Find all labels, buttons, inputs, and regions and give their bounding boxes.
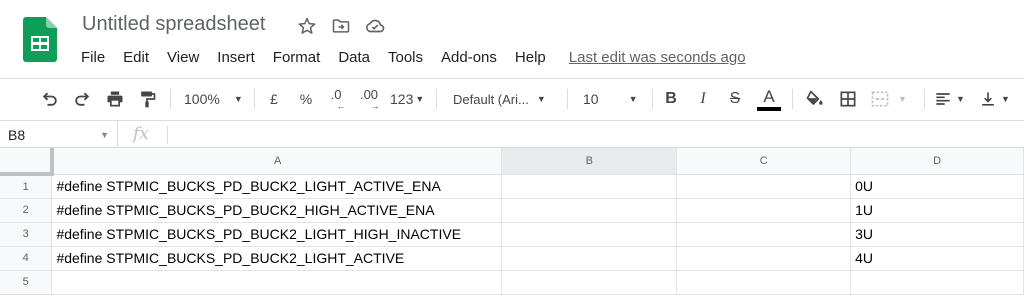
menu-help[interactable]: Help <box>506 49 555 66</box>
horizontal-align-button[interactable]: ▼ <box>933 85 969 113</box>
percent-format-button[interactable]: % <box>297 85 315 113</box>
star-icon[interactable] <box>296 15 318 37</box>
chevron-down-icon: ▼ <box>100 130 109 140</box>
cell[interactable]: 4U <box>850 246 1024 271</box>
cell[interactable] <box>676 174 852 199</box>
table-row: 4 #define STPMIC_BUCKS_PD_BUCK2_LIGHT_AC… <box>0 246 1024 271</box>
cell[interactable] <box>676 198 852 223</box>
cell[interactable]: #define STPMIC_BUCKS_PD_BUCK2_LIGHT_ACTI… <box>51 246 503 271</box>
redo-icon[interactable] <box>70 85 94 113</box>
row-header[interactable]: 3 <box>0 222 53 247</box>
row-header[interactable]: 5 <box>0 270 53 295</box>
menu-tools[interactable]: Tools <box>379 49 432 66</box>
cell[interactable]: 0U <box>850 174 1024 199</box>
select-all-corner[interactable] <box>0 148 54 176</box>
zoom-select[interactable]: 100% ▼ <box>184 85 244 113</box>
move-to-folder-icon[interactable] <box>330 15 352 37</box>
cell-reference: B8 <box>8 127 26 143</box>
font-size-select[interactable]: 10 ▼ <box>583 85 641 113</box>
zoom-value: 100% <box>184 91 220 107</box>
row-header[interactable]: 4 <box>0 246 53 271</box>
column-header-c[interactable]: C <box>676 148 852 175</box>
toolbar: 100% ▼ £ % .0 ← .00 → 123 ▼ Default (Ari… <box>0 78 1024 120</box>
menu-format[interactable]: Format <box>264 49 330 66</box>
cell[interactable] <box>501 198 678 223</box>
font-size-value: 10 <box>583 91 599 107</box>
cell[interactable] <box>676 246 852 271</box>
align-left-icon <box>936 93 950 105</box>
cell[interactable]: #define STPMIC_BUCKS_PD_BUCK2_HIGH_ACTIV… <box>51 198 503 223</box>
print-icon[interactable] <box>103 85 127 113</box>
fill-color-icon[interactable] <box>803 85 827 113</box>
menu-add-ons[interactable]: Add-ons <box>432 49 506 66</box>
column-header-b[interactable]: B <box>501 148 678 175</box>
align-bottom-icon <box>982 92 994 106</box>
menu-insert[interactable]: Insert <box>208 49 264 66</box>
font-family-value: Default (Ari... <box>453 91 529 107</box>
table-row: 2 #define STPMIC_BUCKS_PD_BUCK2_HIGH_ACT… <box>0 198 1024 223</box>
chevron-down-icon: ▼ <box>233 94 243 104</box>
arrow-left-icon: ← <box>336 101 346 111</box>
decrease-decimal-label: .0 <box>330 87 342 102</box>
strikethrough-button[interactable]: S <box>726 85 744 113</box>
cell[interactable]: 3U <box>850 222 1024 247</box>
chevron-down-icon: ▼ <box>1001 94 1010 104</box>
menu-view[interactable]: View <box>158 49 208 66</box>
merge-cells-icon <box>871 91 889 107</box>
currency-format-button[interactable]: £ <box>265 85 283 113</box>
paint-format-icon[interactable] <box>135 85 159 113</box>
chevron-down-icon: ▼ <box>628 94 638 104</box>
cell[interactable]: #define STPMIC_BUCKS_PD_BUCK2_LIGHT_HIGH… <box>51 222 503 247</box>
menu-edit[interactable]: Edit <box>114 49 158 66</box>
column-header-a[interactable]: A <box>51 148 503 175</box>
more-formats-select[interactable]: 123 ▼ <box>390 85 426 113</box>
cell[interactable]: #define STPMIC_BUCKS_PD_BUCK2_LIGHT_ACTI… <box>51 174 503 199</box>
table-row: 1 #define STPMIC_BUCKS_PD_BUCK2_LIGHT_AC… <box>0 174 1024 199</box>
table-row: 5 <box>0 270 1024 295</box>
cell[interactable] <box>51 270 503 295</box>
font-family-select[interactable]: Default (Ari... ▼ <box>453 85 555 113</box>
cell[interactable] <box>501 174 678 199</box>
italic-button[interactable]: I <box>694 85 712 113</box>
chevron-down-icon: ▼ <box>956 94 965 104</box>
cell[interactable]: 1U <box>850 198 1024 223</box>
vertical-align-button[interactable]: ▼ <box>978 85 1014 113</box>
cell[interactable] <box>501 246 678 271</box>
row-header[interactable]: 2 <box>0 198 53 223</box>
column-header-d[interactable]: D <box>850 148 1024 175</box>
last-edit-link[interactable]: Last edit was seconds ago <box>569 49 746 66</box>
cell[interactable] <box>501 270 678 295</box>
decrease-decimal-button[interactable]: .0 ← <box>326 85 346 113</box>
increase-decimal-button[interactable]: .00 → <box>357 85 381 113</box>
name-box[interactable]: B8 ▼ <box>0 121 118 148</box>
cell[interactable] <box>676 222 852 247</box>
row-header[interactable]: 1 <box>0 174 53 199</box>
menu-file[interactable]: File <box>72 49 114 66</box>
spreadsheet-grid: A B C D 1 #define STPMIC_BUCKS_PD_BUCK2_… <box>0 148 1024 295</box>
fx-icon: fx <box>133 124 149 144</box>
table-row: 3 #define STPMIC_BUCKS_PD_BUCK2_LIGHT_HI… <box>0 222 1024 247</box>
chevron-down-icon: ▼ <box>898 94 907 104</box>
document-title[interactable]: Untitled spreadsheet <box>82 13 265 36</box>
more-formats-label: 123 <box>390 91 414 107</box>
bold-button[interactable]: B <box>662 85 680 113</box>
text-color-letter: A <box>763 87 775 106</box>
chevron-down-icon: ▼ <box>415 94 425 104</box>
increase-decimal-label: .00 <box>359 87 379 102</box>
formula-bar: B8 ▼ fx <box>0 120 1024 148</box>
text-color-swatch <box>757 107 781 111</box>
merge-cells-button[interactable]: ▼ <box>870 85 916 113</box>
cloud-saved-icon[interactable] <box>364 15 386 37</box>
menu-data[interactable]: Data <box>329 49 379 66</box>
text-color-button[interactable]: A <box>756 83 782 115</box>
menu-bar: File Edit View Insert Format Data Tools … <box>72 46 746 68</box>
chevron-down-icon: ▼ <box>536 94 546 104</box>
cell[interactable] <box>501 222 678 247</box>
cell[interactable] <box>850 270 1024 295</box>
borders-icon[interactable] <box>836 85 860 113</box>
arrow-right-icon: → <box>370 101 380 111</box>
cell[interactable] <box>676 270 852 295</box>
sheets-logo-icon[interactable] <box>23 17 57 62</box>
undo-icon[interactable] <box>38 85 62 113</box>
